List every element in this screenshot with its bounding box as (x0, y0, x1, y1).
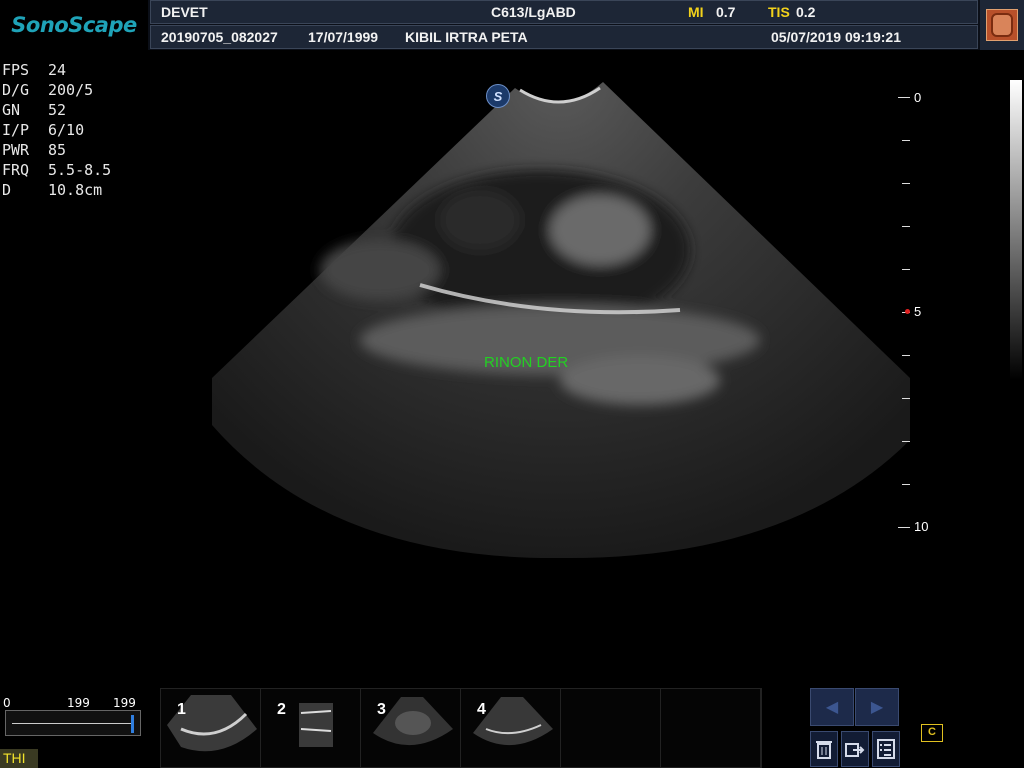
depth-tick (902, 484, 910, 485)
export-button[interactable] (841, 731, 869, 767)
chevron-left-icon: ◀ (825, 699, 839, 716)
report-button[interactable] (872, 731, 900, 767)
gray-min: 0 (3, 696, 11, 710)
thumbnail-empty (561, 689, 661, 767)
depth-tick (902, 226, 910, 227)
param-fps: FPS 24 (2, 61, 67, 79)
thumbnail-1[interactable]: 1 (161, 689, 261, 767)
focus-marker[interactable] (905, 309, 910, 314)
depth-tick (902, 398, 910, 399)
depth-tick (902, 140, 910, 141)
checklist-icon (877, 739, 895, 759)
gray-mid: 199 (67, 696, 90, 710)
thumbnail-strip: 1 2 3 4 (160, 688, 762, 768)
param-gn: GN 52 (2, 101, 67, 119)
param-pwr: PWR 85 (2, 141, 67, 159)
thumbnail-empty (661, 689, 761, 767)
gray-max: 199 (113, 696, 136, 710)
export-icon (845, 743, 865, 757)
gray-slider[interactable] (5, 710, 141, 736)
depth-label-5: 5 (914, 304, 922, 319)
depth-tick (902, 355, 910, 356)
thumbnail-3[interactable]: 3 (361, 689, 461, 767)
thumbnail-4[interactable]: 4 (461, 689, 561, 767)
depth-tick (898, 527, 910, 528)
depth-tick (902, 441, 910, 442)
depth-tick (902, 183, 910, 184)
depth-tick (898, 97, 910, 98)
organ-annotation[interactable]: RINON DER (484, 354, 568, 371)
chevron-right-icon: ▶ (870, 699, 884, 716)
grayscale-bar (1010, 80, 1022, 380)
depth-label-0: 0 (914, 90, 922, 105)
review-controls: ◀ ▶ (810, 688, 900, 768)
gray-map-control[interactable]: 0 199 199 (3, 696, 143, 740)
delete-button[interactable] (810, 731, 838, 767)
param-depth: D 10.8cm (2, 181, 103, 199)
param-frq: FRQ 5.5-8.5 (2, 161, 112, 179)
next-page-button[interactable]: ▶ (855, 688, 899, 726)
depth-label-10: 10 (914, 519, 929, 534)
prev-page-button[interactable]: ◀ (810, 688, 854, 726)
thumbnail-2[interactable]: 2 (261, 689, 361, 767)
cine-icon[interactable]: C (921, 724, 943, 742)
ultrasound-image[interactable] (0, 0, 1024, 768)
imaging-params: FPS 24 D/G 200/5 GN 52 I/P 6/10 PWR 85 FRQ 5.5… (2, 60, 111, 200)
trash-icon (816, 741, 832, 759)
gray-slider-handle[interactable] (131, 715, 134, 733)
thi-mode-badge[interactable]: THI (0, 749, 38, 768)
depth-scale: 0 5 10 (890, 90, 950, 540)
param-dg: D/G 200/5 (2, 81, 94, 99)
probe-orientation-marker: S (486, 84, 510, 108)
depth-tick (902, 269, 910, 270)
param-ip: I/P 6/10 (2, 121, 85, 139)
